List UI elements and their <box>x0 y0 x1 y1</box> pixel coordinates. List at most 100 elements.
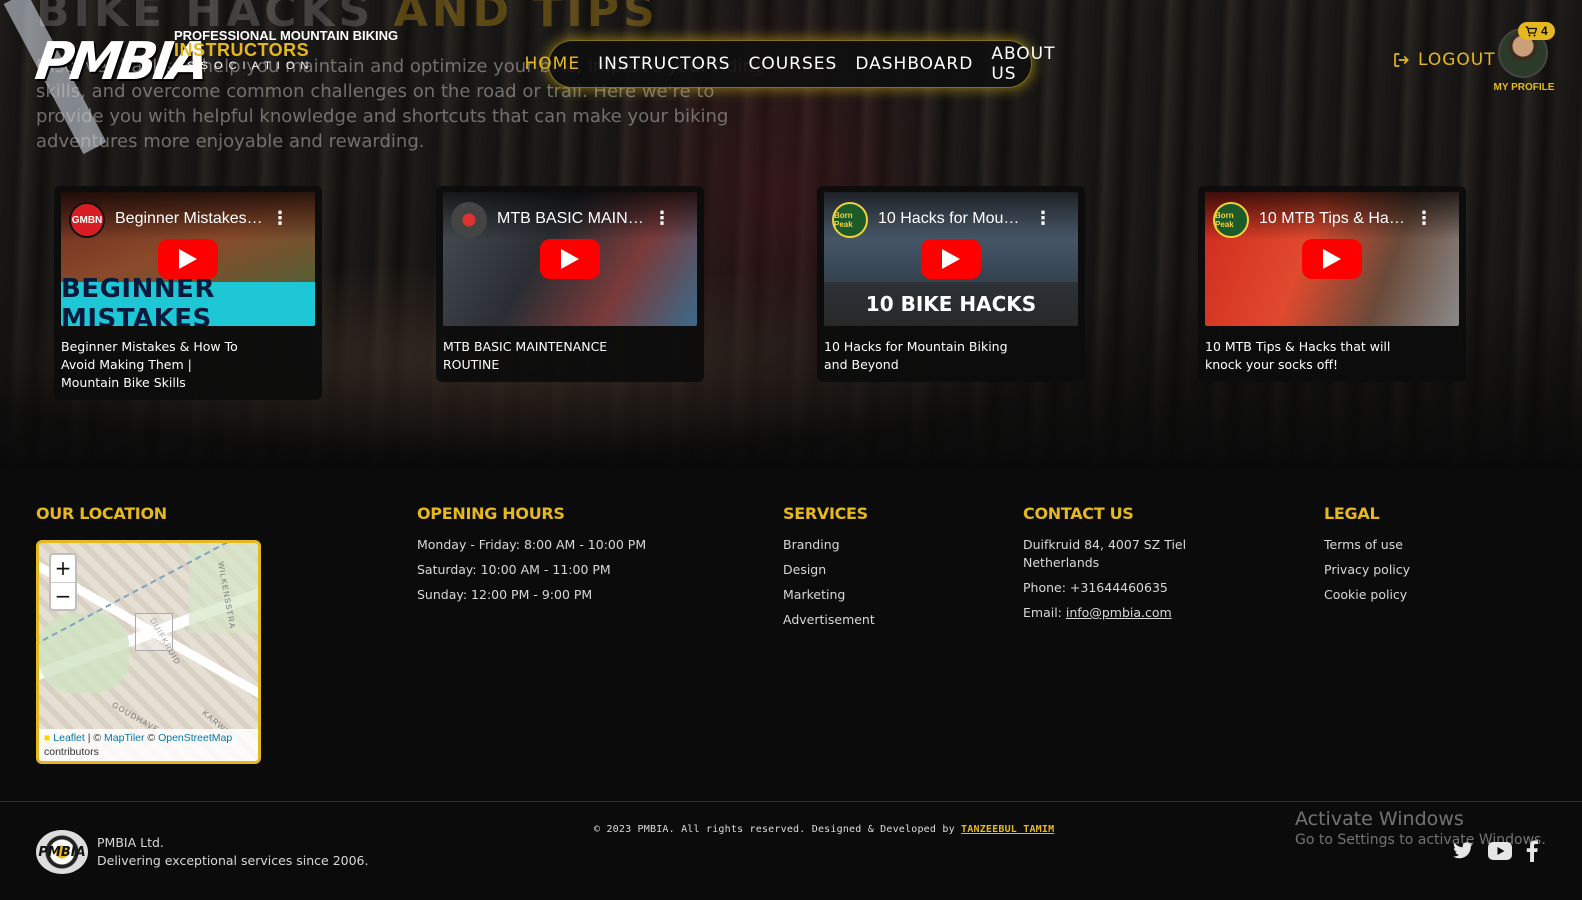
nav-about-us[interactable]: ABOUT US <box>991 44 1055 84</box>
hours-line: Sunday: 12:00 PM - 9:00 PM <box>417 587 593 602</box>
channel-avatar[interactable]: Born Peak <box>1213 202 1249 238</box>
video-card: Born Peak 10 Hacks for Mountain Biking a… <box>817 186 1085 382</box>
service-design[interactable]: Design <box>783 561 983 579</box>
copyright: © 2023 PMBIA. All rights reserved. Desig… <box>594 824 1054 835</box>
hours-heading: OPENING HOURS <box>417 504 565 523</box>
video-card: Born Peak 10 MTB Tips & Hacks that will … <box>1198 186 1466 382</box>
legal-cookie-link[interactable]: Cookie policy <box>1324 586 1504 604</box>
legal-terms-link[interactable]: Terms of use <box>1324 536 1504 554</box>
channel-avatar[interactable]: Born Peak <box>832 202 868 238</box>
hours-line: Monday - Friday: 8:00 AM - 10:00 PM <box>417 537 647 552</box>
my-profile[interactable]: 4 MY PROFILE <box>1488 22 1560 98</box>
cart-count: 4 <box>1541 24 1548 38</box>
cart-icon <box>1525 25 1537 36</box>
hours-line: Saturday: 10:00 AM - 11:00 PM <box>417 562 611 577</box>
nav-courses[interactable]: COURSES <box>748 54 837 74</box>
video-thumbnail[interactable]: GMBN Beginner Mistakes & How To Avoid Ma… <box>61 192 315 326</box>
facebook-icon[interactable] <box>1526 840 1538 862</box>
service-branding[interactable]: Branding <box>783 536 983 554</box>
twitter-icon[interactable] <box>1452 842 1474 860</box>
logout-button[interactable]: LOGOUT <box>1392 50 1496 70</box>
map-attribution: ■ Leaflet | © MapTiler © OpenStreetMap c… <box>39 729 258 761</box>
openstreetmap-link[interactable]: OpenStreetMap <box>158 732 232 744</box>
play-icon <box>1323 249 1341 269</box>
map-park <box>39 613 129 693</box>
contact-list: Duifkruid 84, 4007 SZ Tiel Netherlands P… <box>1023 536 1193 629</box>
location-map[interactable]: WILKENSSTRA DUIFKRUID GOUDHAVE KARWIJ + … <box>36 540 261 764</box>
attribution-copyright: © <box>147 732 156 744</box>
play-button[interactable] <box>540 239 600 279</box>
video-card: GMBN Beginner Mistakes & How To Avoid Ma… <box>54 186 322 400</box>
more-vert-icon[interactable]: ⋮ <box>1034 210 1052 228</box>
service-advertisement[interactable]: Advertisement <box>783 611 983 629</box>
contact-email-prefix: Email: <box>1023 605 1062 620</box>
play-icon <box>942 249 960 269</box>
channel-avatar[interactable] <box>451 202 487 238</box>
video-caption: MTB BASIC MAINTENANCE ROUTINE <box>443 339 608 372</box>
play-button[interactable] <box>921 239 981 279</box>
developer-link[interactable]: TANZEEBUL TAMIM <box>961 824 1054 835</box>
hours-list: Monday - Friday: 8:00 AM - 10:00 PM Satu… <box>417 536 737 611</box>
play-button[interactable] <box>158 239 218 279</box>
logo-line-2: INSTRUCTORS <box>174 40 310 60</box>
legal-heading: LEGAL <box>1324 504 1380 523</box>
service-marketing[interactable]: Marketing <box>783 586 983 604</box>
footer-company: PMBIA Ltd. Delivering exceptional servic… <box>97 834 368 870</box>
attribution-separator: | © <box>87 732 102 744</box>
contact-heading: CONTACT US <box>1023 504 1134 523</box>
nav-dashboard[interactable]: DASHBOARD <box>855 54 973 74</box>
hero-title-accent: AND TIPS <box>393 0 659 37</box>
main-nav: HOME INSTRUCTORS COURSES DASHBOARD ABOUT… <box>525 40 1055 88</box>
zoom-in-button[interactable]: + <box>51 555 75 582</box>
video-caption: 10 Hacks for Mountain Biking and Beyond <box>824 339 1008 372</box>
location-heading: OUR LOCATION <box>36 504 167 523</box>
page: BIKE HACKS AND TIPS Discover hacks to he… <box>0 0 1582 900</box>
video-thumbnail[interactable]: Born Peak 10 MTB Tips & Hacks that will … <box>1205 192 1459 326</box>
maptiler-link[interactable]: MapTiler <box>104 732 144 744</box>
contact-phone: Phone: +31644460635 <box>1023 580 1168 595</box>
video-thumbnail[interactable]: Born Peak 10 Hacks for Mountain Biking a… <box>824 192 1078 326</box>
map-zoom-control: + − <box>49 553 77 611</box>
video-title[interactable]: Beginner Mistakes & How To Avoid Making … <box>115 210 265 228</box>
zoom-out-button[interactable]: − <box>51 582 75 609</box>
video-title[interactable]: 10 Hacks for Mountain Biking and Beyond <box>878 210 1028 228</box>
ukraine-flag-icon: ■ <box>44 732 51 744</box>
thumbnail-banner: 10 BIKE HACKS <box>824 282 1078 326</box>
youtube-icon[interactable] <box>1488 842 1512 860</box>
thumbnail-banner: BEGINNER MISTAKES <box>61 274 315 326</box>
services-heading: SERVICES <box>783 504 868 523</box>
attribution-contributors: contributors <box>44 746 99 758</box>
company-tagline: Delivering exceptional services since 20… <box>97 853 369 868</box>
copyright-text: © 2023 PMBIA. All rights reserved. Desig… <box>594 824 955 835</box>
logout-label: LOGOUT <box>1418 50 1496 70</box>
video-caption: 10 MTB Tips & Hacks that will knock your… <box>1205 339 1391 372</box>
more-vert-icon[interactable]: ⋮ <box>653 210 671 228</box>
legal-privacy-link[interactable]: Privacy policy <box>1324 561 1504 579</box>
channel-avatar[interactable]: GMBN <box>69 202 105 238</box>
logo-line-3: ASSOCIATION <box>174 60 315 72</box>
video-title[interactable]: MTB BASIC MAINTENANCE ROUTINE <box>497 210 647 228</box>
footer-logo[interactable]: PMBIA <box>36 830 88 874</box>
nav-instructors[interactable]: INSTRUCTORS <box>598 54 730 74</box>
video-card: MTB BASIC MAINTENANCE ROUTINE ⋮ MTB BASI… <box>436 186 704 382</box>
more-vert-icon[interactable]: ⋮ <box>1415 210 1433 228</box>
play-icon <box>561 249 579 269</box>
cart-badge[interactable]: 4 <box>1518 22 1555 40</box>
map-marker[interactable] <box>135 613 173 651</box>
services-list: Branding Design Marketing Advertisement <box>783 536 983 636</box>
logout-icon <box>1394 53 1409 67</box>
more-vert-icon[interactable]: ⋮ <box>271 210 289 228</box>
video-thumbnail[interactable]: MTB BASIC MAINTENANCE ROUTINE ⋮ <box>443 192 697 326</box>
nav-home[interactable]: HOME <box>525 54 581 74</box>
social-links <box>1452 840 1538 862</box>
site-logo[interactable]: PMBIA PROFESSIONAL MOUNTAIN BIKING INSTR… <box>32 26 416 96</box>
contact-email-link[interactable]: info@pmbia.com <box>1066 605 1172 620</box>
company-name: PMBIA Ltd. <box>97 835 164 850</box>
play-button[interactable] <box>1302 239 1362 279</box>
contact-address: Duifkruid 84, 4007 SZ Tiel Netherlands <box>1023 537 1187 570</box>
footer-logo-text: PMBIA <box>38 844 86 860</box>
leaflet-link[interactable]: Leaflet <box>53 732 85 744</box>
video-title[interactable]: 10 MTB Tips & Hacks that will knock your… <box>1259 210 1409 228</box>
contact-email: Email: info@pmbia.com <box>1023 604 1193 622</box>
profile-label: MY PROFILE <box>1493 82 1555 93</box>
